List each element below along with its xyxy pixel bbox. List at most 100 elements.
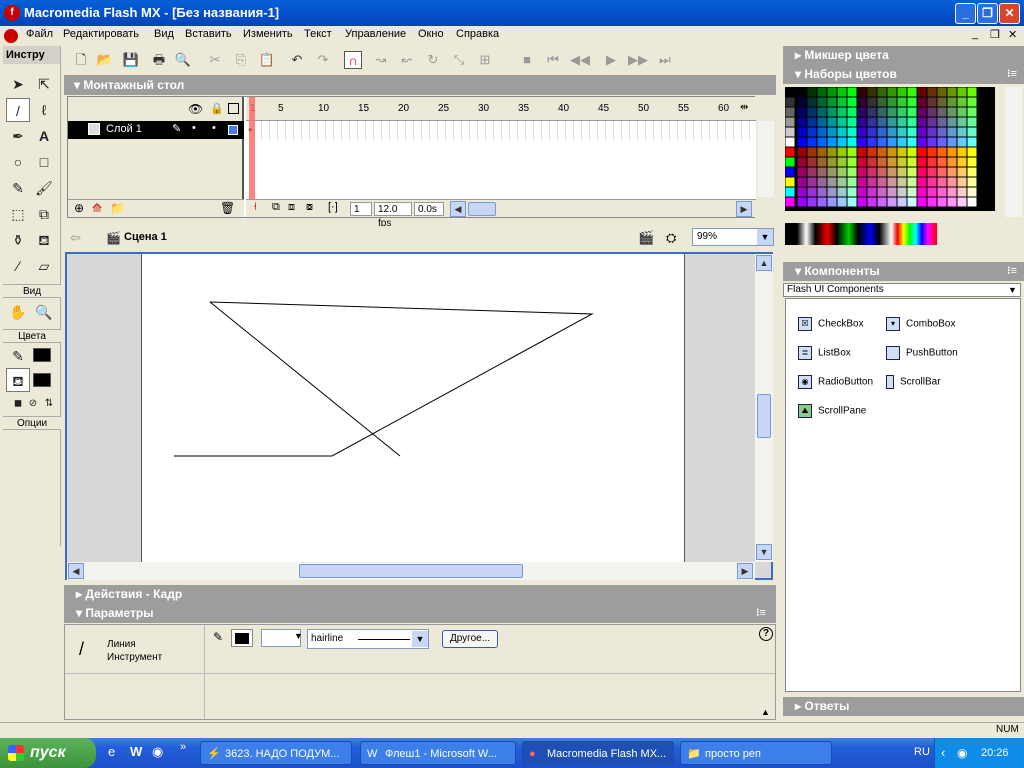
drawn-shape[interactable] xyxy=(174,301,594,457)
timeline-vscroll[interactable] xyxy=(758,121,774,197)
color-swatch[interactable] xyxy=(897,127,907,137)
color-swatch[interactable] xyxy=(807,117,817,127)
color-swatch[interactable] xyxy=(967,147,977,157)
color-swatch[interactable] xyxy=(897,107,907,117)
component-scrollpane[interactable]: ⛰ ScrollPane xyxy=(798,404,866,418)
color-swatch[interactable] xyxy=(967,137,977,147)
custom-stroke-button[interactable]: Другое... xyxy=(442,630,498,648)
task-button-4[interactable]: 📁 просто реп xyxy=(680,741,832,765)
color-swatch[interactable] xyxy=(807,87,817,97)
menu-window[interactable]: Окно xyxy=(418,28,444,40)
cut-icon[interactable]: ✂ xyxy=(206,51,224,69)
color-swatch[interactable] xyxy=(797,137,807,147)
color-swatch[interactable] xyxy=(897,97,907,107)
hand-tool-icon[interactable]: ✋ xyxy=(6,300,30,324)
color-swatch[interactable] xyxy=(897,137,907,147)
color-swatch[interactable] xyxy=(837,197,847,207)
color-swatch[interactable] xyxy=(807,127,817,137)
color-swatch[interactable] xyxy=(797,97,807,107)
color-swatch[interactable] xyxy=(867,177,877,187)
color-swatch[interactable] xyxy=(827,87,837,97)
chevron-down-icon[interactable]: ▼ xyxy=(757,229,773,245)
color-swatch[interactable] xyxy=(947,117,957,127)
color-swatch[interactable] xyxy=(927,87,937,97)
color-swatch[interactable] xyxy=(877,117,887,127)
color-swatch[interactable] xyxy=(957,127,967,137)
doc-restore-button[interactable]: ❐ xyxy=(990,28,1000,41)
color-swatch[interactable] xyxy=(847,167,857,177)
color-swatch[interactable] xyxy=(785,197,795,207)
color-swatch[interactable] xyxy=(847,107,857,117)
color-swatch[interactable] xyxy=(957,167,967,177)
color-swatch[interactable] xyxy=(807,187,817,197)
color-swatch[interactable] xyxy=(937,167,947,177)
rewind-icon[interactable]: ⏮ xyxy=(544,51,562,69)
layer-row[interactable]: Слой 1 ✎ • • xyxy=(68,121,244,139)
color-swatch[interactable] xyxy=(917,167,927,177)
color-swatch[interactable] xyxy=(907,177,917,187)
color-swatch[interactable] xyxy=(937,87,947,97)
color-swatch[interactable] xyxy=(917,117,927,127)
redo-icon[interactable]: ↷ xyxy=(314,51,332,69)
subselect-tool-icon[interactable]: ⇱ xyxy=(32,72,56,96)
component-checkbox[interactable]: ☒ CheckBox xyxy=(798,317,864,331)
color-swatch[interactable] xyxy=(917,87,927,97)
color-swatch[interactable] xyxy=(785,87,795,97)
color-swatch[interactable] xyxy=(887,147,897,157)
color-swatch[interactable] xyxy=(927,97,937,107)
color-swatch[interactable] xyxy=(797,187,807,197)
color-swatch[interactable] xyxy=(785,187,795,197)
color-swatch[interactable] xyxy=(797,167,807,177)
color-swatch[interactable] xyxy=(857,97,867,107)
color-swatch[interactable] xyxy=(937,197,947,207)
color-swatch[interactable] xyxy=(837,127,847,137)
insert-layer-icon[interactable]: ⊕ xyxy=(74,201,84,215)
color-swatch[interactable] xyxy=(857,197,867,207)
color-swatch[interactable] xyxy=(927,197,937,207)
color-swatch[interactable] xyxy=(887,117,897,127)
color-swatch[interactable] xyxy=(947,187,957,197)
component-combobox[interactable]: ▾ ComboBox xyxy=(886,317,955,331)
color-swatch[interactable] xyxy=(867,117,877,127)
color-swatch[interactable] xyxy=(847,87,857,97)
color-swatch[interactable] xyxy=(847,197,857,207)
color-swatch[interactable] xyxy=(917,147,927,157)
color-swatch[interactable] xyxy=(967,157,977,167)
color-swatch[interactable] xyxy=(807,197,817,207)
color-swatch[interactable] xyxy=(967,177,977,187)
color-swatch[interactable] xyxy=(947,177,957,187)
color-swatch[interactable] xyxy=(817,167,827,177)
stroke-color-swatch[interactable] xyxy=(33,348,51,362)
color-swatch[interactable] xyxy=(817,187,827,197)
menu-file[interactable]: Файл xyxy=(26,28,53,40)
color-swatch[interactable] xyxy=(897,187,907,197)
center-frame-icon[interactable]: ⍿ xyxy=(254,201,257,214)
color-swatch[interactable] xyxy=(837,97,847,107)
chevron-down-icon[interactable]: ▼ xyxy=(1008,284,1017,296)
swap-colors-icon[interactable]: ⇅ xyxy=(37,392,61,416)
fill-color-swatch[interactable] xyxy=(33,373,51,387)
color-swatch[interactable] xyxy=(797,117,807,127)
scroll-left-button[interactable]: ◀ xyxy=(68,563,84,579)
tray-app-icon[interactable]: ◉ xyxy=(957,738,967,768)
color-swatch[interactable] xyxy=(817,137,827,147)
color-swatch[interactable] xyxy=(947,167,957,177)
component-scrollbar[interactable]: ScrollBar xyxy=(886,375,941,389)
rotate-icon[interactable]: ↻ xyxy=(424,51,442,69)
color-swatch[interactable] xyxy=(927,167,937,177)
menu-help[interactable]: Справка xyxy=(456,28,499,40)
smooth-icon[interactable]: ↝ xyxy=(372,51,390,69)
color-swatch[interactable] xyxy=(887,137,897,147)
color-swatch[interactable] xyxy=(827,197,837,207)
color-swatch[interactable] xyxy=(867,167,877,177)
color-swatch[interactable] xyxy=(797,157,807,167)
print-icon[interactable]: 🖶 xyxy=(150,51,168,69)
color-swatch[interactable] xyxy=(807,97,817,107)
color-swatch[interactable] xyxy=(837,157,847,167)
color-swatch[interactable] xyxy=(887,87,897,97)
color-swatch[interactable] xyxy=(837,167,847,177)
eye-icon[interactable]: 👁 xyxy=(188,102,203,116)
color-swatch[interactable] xyxy=(817,97,827,107)
chevron-down-icon[interactable]: ▼ xyxy=(412,631,428,647)
color-swatch[interactable] xyxy=(867,107,877,117)
